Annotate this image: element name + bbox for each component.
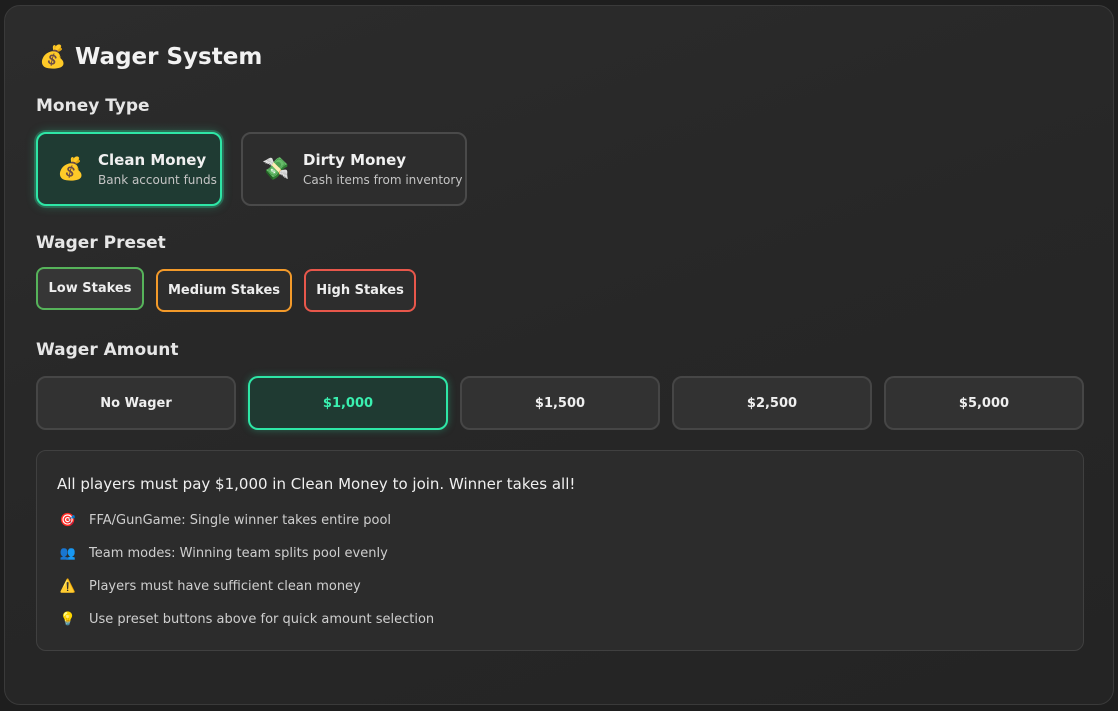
wager-preset-label: Wager Preset bbox=[36, 233, 166, 253]
amount-no-wager-button[interactable]: No Wager bbox=[36, 376, 236, 430]
amount-5000-button[interactable]: $5,000 bbox=[884, 376, 1084, 430]
lightbulb-icon: 💡 bbox=[59, 612, 77, 627]
info-item-team: 👥 Team modes: Winning team splits pool e… bbox=[57, 546, 388, 561]
preset-high-stakes-button[interactable]: High Stakes bbox=[304, 269, 416, 312]
header: 💰 Wager System bbox=[39, 44, 262, 70]
page-title: Wager System bbox=[75, 44, 263, 70]
team-icon: 👥 bbox=[59, 546, 77, 561]
amount-1500-button[interactable]: $1,500 bbox=[460, 376, 660, 430]
dirty-money-title: Dirty Money bbox=[303, 151, 407, 169]
info-summary: All players must pay $1,000 in Clean Mon… bbox=[57, 475, 576, 493]
preset-medium-stakes-button[interactable]: Medium Stakes bbox=[156, 269, 292, 312]
target-icon: 🎯 bbox=[59, 513, 77, 528]
money-bag-icon: 💰 bbox=[39, 44, 67, 70]
info-item-text: Team modes: Winning team splits pool eve… bbox=[89, 546, 388, 561]
info-item-text: Players must have sufficient clean money bbox=[89, 579, 361, 594]
clean-money-option[interactable]: 💰 Clean Money Bank account funds bbox=[36, 132, 222, 206]
money-type-label: Money Type bbox=[36, 96, 150, 116]
amount-2500-button[interactable]: $2,500 bbox=[672, 376, 872, 430]
info-item-text: Use preset buttons above for quick amoun… bbox=[89, 612, 435, 627]
flying-money-icon: 💸 bbox=[262, 156, 290, 182]
dirty-money-desc: Cash items from inventory bbox=[303, 173, 463, 187]
info-item-text: FFA/GunGame: Single winner takes entire … bbox=[89, 513, 392, 528]
wager-amount-label: Wager Amount bbox=[36, 340, 179, 360]
info-item-warning: ⚠️ Players must have sufficient clean mo… bbox=[57, 579, 361, 594]
money-bag-icon: 💰 bbox=[57, 156, 85, 182]
clean-money-desc: Bank account funds bbox=[98, 173, 217, 187]
clean-money-title: Clean Money bbox=[98, 151, 207, 169]
amount-1000-button[interactable]: $1,000 bbox=[248, 376, 448, 430]
wager-info-box: All players must pay $1,000 in Clean Mon… bbox=[36, 450, 1084, 651]
info-item-tip: 💡 Use preset buttons above for quick amo… bbox=[57, 612, 434, 627]
wager-panel: 💰 Wager System Money Type 💰 Clean Money … bbox=[4, 5, 1114, 705]
dirty-money-option[interactable]: 💸 Dirty Money Cash items from inventory bbox=[241, 132, 467, 206]
preset-low-stakes-button[interactable]: Low Stakes bbox=[36, 267, 144, 310]
warning-icon: ⚠️ bbox=[59, 579, 77, 594]
info-item-ffa: 🎯 FFA/GunGame: Single winner takes entir… bbox=[57, 513, 391, 528]
